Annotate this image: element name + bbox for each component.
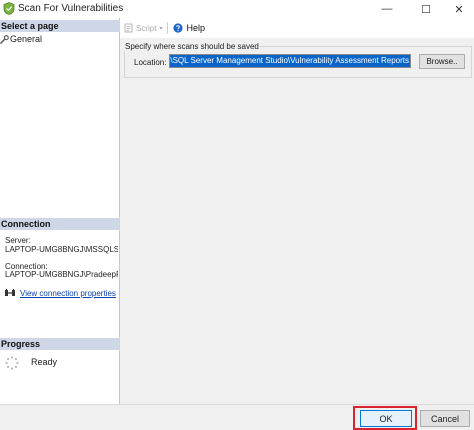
wrench-icon — [0, 34, 9, 44]
server-label: Server: — [5, 236, 31, 245]
chevron-down-icon: ▾ — [159, 25, 163, 32]
connection-value: LAPTOP-UMG8BNGJ\PradeepRaturi — [5, 270, 118, 279]
page-item-label: General — [10, 34, 43, 44]
minimize-icon: — — [381, 3, 393, 15]
location-label: Location: — [134, 58, 167, 67]
progress-status: Ready — [31, 357, 58, 367]
button-bar: OK Cancel — [0, 404, 474, 430]
select-page-header: Select a page — [0, 20, 120, 32]
connection-properties-icon — [5, 289, 15, 296]
spinner-icon — [5, 356, 19, 370]
right-pane: Script ▾ Help Specify where scans should… — [120, 18, 474, 404]
help-button[interactable]: Help — [173, 23, 205, 33]
ok-button[interactable]: OK — [360, 410, 412, 427]
cancel-button[interactable]: Cancel — [420, 410, 470, 427]
script-label: Script — [136, 23, 157, 33]
toolbar: Script ▾ Help — [120, 18, 474, 38]
left-pane: Select a page General Connection Server:… — [0, 18, 120, 404]
view-connection-properties[interactable]: View connection properties — [4, 288, 116, 298]
browse-button[interactable]: Browse.. — [419, 54, 465, 69]
maximize-icon: ☐ — [421, 3, 431, 16]
help-label: Help — [186, 23, 205, 33]
group-title: Specify where scans should be saved — [124, 42, 260, 51]
progress-header: Progress — [0, 338, 120, 350]
help-icon — [173, 23, 184, 33]
maximize-button[interactable]: ☐ — [411, 0, 441, 18]
server-value: LAPTOP-UMG8BNGJ\MSSQLSERVER — [5, 245, 118, 254]
location-input[interactable]: nents\SQL Server Management Studio\Vulne… — [169, 54, 411, 68]
toolbar-separator — [167, 22, 169, 34]
script-button[interactable]: Script ▾ — [124, 23, 162, 33]
location-input-value: nents\SQL Server Management Studio\Vulne… — [170, 55, 410, 67]
title-bar: Scan For Vulnerabilities — ☐ ✕ — [0, 0, 474, 18]
shield-app-icon — [3, 2, 15, 15]
script-icon — [124, 23, 133, 33]
view-connection-properties-link[interactable]: View connection properties — [20, 289, 116, 298]
connection-header: Connection — [0, 218, 120, 230]
minimize-button[interactable]: — — [372, 0, 402, 18]
page-item-general[interactable]: General — [0, 33, 42, 45]
close-button[interactable]: ✕ — [444, 0, 474, 18]
window-title: Scan For Vulnerabilities — [18, 3, 124, 14]
close-icon: ✕ — [454, 3, 464, 16]
